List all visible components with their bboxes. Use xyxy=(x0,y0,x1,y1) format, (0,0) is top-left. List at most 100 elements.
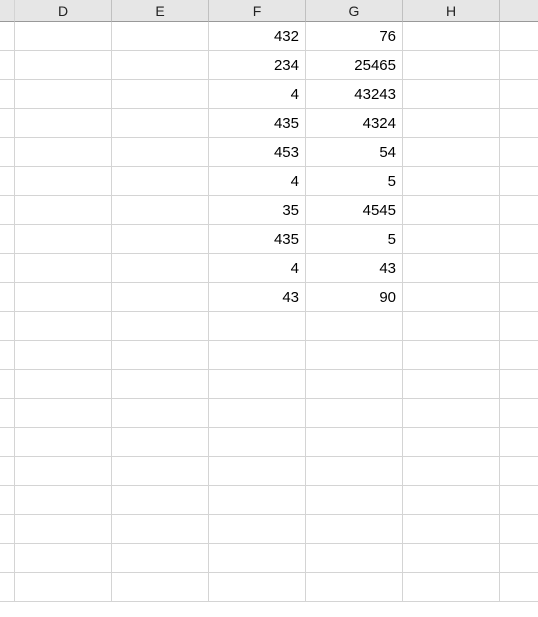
cell-G-12[interactable] xyxy=(306,341,403,370)
column-header-E[interactable]: E xyxy=(112,0,209,22)
cell-overflow[interactable] xyxy=(500,109,538,138)
cell-H-20[interactable] xyxy=(403,573,500,602)
cell-overflow[interactable] xyxy=(500,573,538,602)
cell-E-15[interactable] xyxy=(112,428,209,457)
cell-D-12[interactable] xyxy=(15,341,112,370)
cell-overflow[interactable] xyxy=(500,341,538,370)
cell-overflow[interactable] xyxy=(500,544,538,573)
cell-overflow[interactable] xyxy=(500,80,538,109)
cell-G-15[interactable] xyxy=(306,428,403,457)
cell-D-5[interactable] xyxy=(15,138,112,167)
cell-F-6[interactable]: 4 xyxy=(209,167,306,196)
cell-F-3[interactable]: 4 xyxy=(209,80,306,109)
cell-E-8[interactable] xyxy=(112,225,209,254)
cell-G-13[interactable] xyxy=(306,370,403,399)
cell-G-14[interactable] xyxy=(306,399,403,428)
cell-D-8[interactable] xyxy=(15,225,112,254)
cell-G-4[interactable]: 4324 xyxy=(306,109,403,138)
column-header-G[interactable]: G xyxy=(306,0,403,22)
cell-F-17[interactable] xyxy=(209,486,306,515)
cell-E-12[interactable] xyxy=(112,341,209,370)
cell-H-16[interactable] xyxy=(403,457,500,486)
cell-F-7[interactable]: 35 xyxy=(209,196,306,225)
cell-H-4[interactable] xyxy=(403,109,500,138)
cell-F-8[interactable]: 435 xyxy=(209,225,306,254)
cell-H-3[interactable] xyxy=(403,80,500,109)
cell-H-17[interactable] xyxy=(403,486,500,515)
cell-overflow[interactable] xyxy=(500,196,538,225)
cell-D-19[interactable] xyxy=(15,544,112,573)
cell-G-10[interactable]: 90 xyxy=(306,283,403,312)
cell-overflow[interactable] xyxy=(500,167,538,196)
cell-E-1[interactable] xyxy=(112,22,209,51)
cell-D-16[interactable] xyxy=(15,457,112,486)
cell-D-11[interactable] xyxy=(15,312,112,341)
cell-overflow[interactable] xyxy=(500,370,538,399)
cell-H-9[interactable] xyxy=(403,254,500,283)
cell-G-7[interactable]: 4545 xyxy=(306,196,403,225)
cell-overflow[interactable] xyxy=(500,457,538,486)
cell-F-20[interactable] xyxy=(209,573,306,602)
column-header-H[interactable]: H xyxy=(403,0,500,22)
cell-F-1[interactable]: 432 xyxy=(209,22,306,51)
cell-E-7[interactable] xyxy=(112,196,209,225)
cell-E-17[interactable] xyxy=(112,486,209,515)
cell-H-15[interactable] xyxy=(403,428,500,457)
cell-G-11[interactable] xyxy=(306,312,403,341)
cell-F-10[interactable]: 43 xyxy=(209,283,306,312)
cell-F-9[interactable]: 4 xyxy=(209,254,306,283)
cell-H-1[interactable] xyxy=(403,22,500,51)
cell-G-6[interactable]: 5 xyxy=(306,167,403,196)
cell-F-2[interactable]: 234 xyxy=(209,51,306,80)
cell-H-8[interactable] xyxy=(403,225,500,254)
cell-H-2[interactable] xyxy=(403,51,500,80)
cell-F-18[interactable] xyxy=(209,515,306,544)
cell-E-16[interactable] xyxy=(112,457,209,486)
cell-F-15[interactable] xyxy=(209,428,306,457)
cell-E-18[interactable] xyxy=(112,515,209,544)
cell-D-6[interactable] xyxy=(15,167,112,196)
cell-D-10[interactable] xyxy=(15,283,112,312)
cell-F-4[interactable]: 435 xyxy=(209,109,306,138)
cell-overflow[interactable] xyxy=(500,138,538,167)
cell-F-16[interactable] xyxy=(209,457,306,486)
cell-E-11[interactable] xyxy=(112,312,209,341)
cell-G-19[interactable] xyxy=(306,544,403,573)
cell-overflow[interactable] xyxy=(500,22,538,51)
cell-D-17[interactable] xyxy=(15,486,112,515)
cell-G-9[interactable]: 43 xyxy=(306,254,403,283)
cell-overflow[interactable] xyxy=(500,486,538,515)
column-header-F[interactable]: F xyxy=(209,0,306,22)
spreadsheet-grid[interactable]: D E F G H 432762342546544324343543244535… xyxy=(0,0,538,602)
cell-D-20[interactable] xyxy=(15,573,112,602)
cell-overflow[interactable] xyxy=(500,254,538,283)
cell-F-12[interactable] xyxy=(209,341,306,370)
cell-E-3[interactable] xyxy=(112,80,209,109)
cell-G-20[interactable] xyxy=(306,573,403,602)
cell-overflow[interactable] xyxy=(500,312,538,341)
cell-H-12[interactable] xyxy=(403,341,500,370)
cell-H-7[interactable] xyxy=(403,196,500,225)
cell-G-8[interactable]: 5 xyxy=(306,225,403,254)
cell-F-14[interactable] xyxy=(209,399,306,428)
cell-E-4[interactable] xyxy=(112,109,209,138)
cell-D-14[interactable] xyxy=(15,399,112,428)
cell-H-19[interactable] xyxy=(403,544,500,573)
column-header-D[interactable]: D xyxy=(15,0,112,22)
cell-G-1[interactable]: 76 xyxy=(306,22,403,51)
cell-G-16[interactable] xyxy=(306,457,403,486)
cell-E-6[interactable] xyxy=(112,167,209,196)
cell-H-6[interactable] xyxy=(403,167,500,196)
cell-H-5[interactable] xyxy=(403,138,500,167)
cell-G-3[interactable]: 43243 xyxy=(306,80,403,109)
cell-overflow[interactable] xyxy=(500,51,538,80)
cell-overflow[interactable] xyxy=(500,225,538,254)
cell-overflow[interactable] xyxy=(500,283,538,312)
cell-G-5[interactable]: 54 xyxy=(306,138,403,167)
cell-F-13[interactable] xyxy=(209,370,306,399)
cell-H-13[interactable] xyxy=(403,370,500,399)
cell-G-18[interactable] xyxy=(306,515,403,544)
cell-G-2[interactable]: 25465 xyxy=(306,51,403,80)
cell-F-5[interactable]: 453 xyxy=(209,138,306,167)
cell-D-3[interactable] xyxy=(15,80,112,109)
